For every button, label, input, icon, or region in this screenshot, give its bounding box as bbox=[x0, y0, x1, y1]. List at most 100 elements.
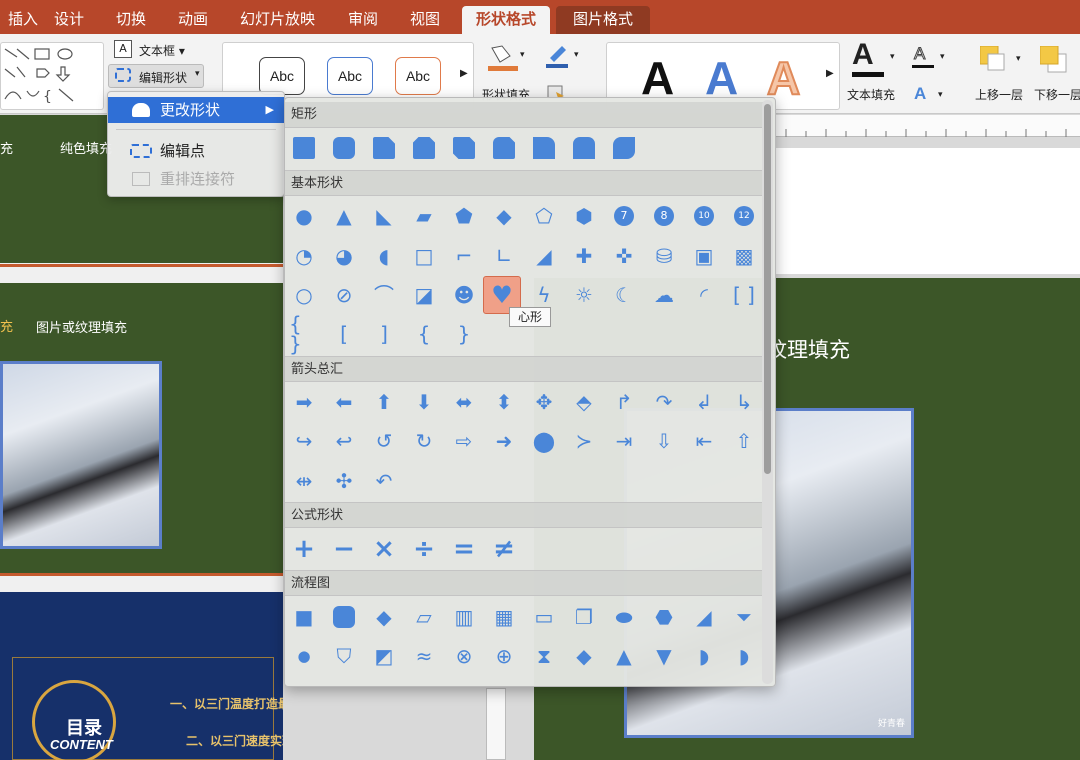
shape-curved-down-arrow[interactable]: ↻ bbox=[409, 426, 439, 456]
shape-style-1[interactable]: Abc bbox=[259, 57, 305, 95]
edit-shape-button[interactable]: 编辑形状 ▾ bbox=[108, 64, 204, 88]
shape-snip-round-rectangle[interactable] bbox=[489, 133, 519, 163]
shape-flowchart-terminator[interactable]: ⬬ bbox=[609, 602, 639, 632]
shape-sun[interactable]: ☼ bbox=[569, 280, 599, 310]
shape-u-turn-arrow[interactable]: ↷ bbox=[649, 387, 679, 417]
shape-round-same-side-rectangle[interactable] bbox=[569, 133, 599, 163]
styles-more-icon[interactable]: ▶ bbox=[460, 68, 468, 79]
change-shape-menu-item[interactable]: 更改形状 ▶ bbox=[108, 97, 284, 123]
chevron-down-icon[interactable]: ▾ bbox=[574, 50, 579, 60]
shape-lightning-bolt[interactable]: ϟ bbox=[529, 280, 559, 310]
shape-flowchart-offpage-connector[interactable]: ⛉ bbox=[329, 641, 359, 671]
shape-block-arc[interactable]: ⌒ bbox=[369, 280, 399, 310]
shape-half-frame[interactable]: ⌐ bbox=[449, 241, 479, 271]
shape-bent-arrow[interactable]: ↱ bbox=[609, 387, 639, 417]
shape-flowchart-connector[interactable]: ● bbox=[289, 641, 319, 671]
send-backward-icon[interactable] bbox=[1039, 45, 1068, 74]
shape-pentagon[interactable]: ⬠ bbox=[529, 201, 559, 231]
shape-chord[interactable]: ◕ bbox=[329, 241, 359, 271]
shape-curved-up-arrow[interactable]: ↺ bbox=[369, 426, 399, 456]
shape-flowchart-multidocument[interactable]: ❐ bbox=[569, 602, 599, 632]
chevron-down-icon[interactable]: ▾ bbox=[938, 90, 943, 100]
shape-style-3[interactable]: Abc bbox=[395, 57, 441, 95]
shape-rectangle[interactable] bbox=[289, 133, 319, 163]
shape-flowchart-stored-data[interactable]: ◗ bbox=[689, 641, 719, 671]
shape-division[interactable]: ÷ bbox=[409, 534, 439, 564]
shape-left-right-up-arrow[interactable]: ⬘ bbox=[569, 387, 599, 417]
shape-chevron[interactable]: ≻ bbox=[569, 426, 599, 456]
shape-frame[interactable]: □ bbox=[409, 241, 439, 271]
shape-left-right-arrow-callout[interactable]: ⇹ bbox=[289, 466, 319, 496]
shape-multiply[interactable]: × bbox=[369, 534, 399, 564]
shape-plus[interactable]: + bbox=[289, 534, 319, 564]
shape-equal[interactable]: = bbox=[449, 534, 479, 564]
shape-minus[interactable]: − bbox=[329, 534, 359, 564]
shape-trapezoid[interactable]: ⬟ bbox=[449, 201, 479, 231]
shape-rounded-rectangle[interactable] bbox=[329, 133, 359, 163]
shape-left-right-arrow[interactable]: ⬌ bbox=[449, 387, 479, 417]
slide-thumbnail-3[interactable]: 目录 CONTENT 一、以三门温度打造最优人才生态 二、以三门速度实现高效服务 bbox=[0, 592, 350, 760]
shape-arc[interactable]: ◜ bbox=[689, 280, 719, 310]
shape-right-arrow-callout[interactable]: ⇥ bbox=[609, 426, 639, 456]
shape-hexagon[interactable]: ⬢ bbox=[569, 201, 599, 231]
shape-flowchart-extract[interactable]: ▲ bbox=[609, 641, 639, 671]
shape-style-2[interactable]: Abc bbox=[327, 57, 373, 95]
tab-shape-format[interactable]: 形状格式 bbox=[462, 6, 550, 34]
shape-round-corner-rectangle[interactable] bbox=[529, 133, 559, 163]
chevron-down-icon[interactable]: ▾ bbox=[1016, 54, 1021, 64]
shape-up-arrow[interactable]: ⬆ bbox=[369, 387, 399, 417]
shape-notched-right-arrow[interactable]: ➜ bbox=[489, 426, 519, 456]
slide-thumbnail-2[interactable]: 充 图片或纹理填充 bbox=[0, 283, 283, 573]
insert-shapes-gallery[interactable]: { bbox=[0, 42, 104, 110]
gallery-scrollbar-thumb[interactable] bbox=[764, 104, 771, 474]
shape-up-arrow-callout[interactable]: ⇧ bbox=[729, 426, 759, 456]
tab-transitions[interactable]: 切换 bbox=[108, 6, 154, 34]
shape-fill-icon[interactable] bbox=[486, 44, 520, 71]
shape-quad-arrow-callout[interactable]: ✣ bbox=[329, 466, 359, 496]
text-effects-icon[interactable]: A bbox=[914, 84, 926, 104]
shape-striped-right-arrow[interactable]: ⇨ bbox=[449, 426, 479, 456]
tab-insert[interactable]: 插入 bbox=[0, 6, 46, 34]
shape-teardrop[interactable]: ◖ bbox=[369, 241, 399, 271]
shape-triangle[interactable]: ▲ bbox=[329, 201, 359, 231]
shape-flowchart-delay[interactable]: ◗ bbox=[729, 641, 759, 671]
shape-parallelogram[interactable]: ▰ bbox=[409, 201, 439, 231]
text-box-button[interactable]: 文本框 ▾ bbox=[139, 42, 185, 59]
shape-outline-icon[interactable] bbox=[546, 44, 570, 68]
shape-left-arrow[interactable]: ⬅ bbox=[329, 387, 359, 417]
shape-left-bracket[interactable]: [ bbox=[329, 319, 359, 349]
shape-plaque[interactable]: ✜ bbox=[609, 241, 639, 271]
shape-round-diagonal-rectangle[interactable] bbox=[609, 133, 639, 163]
shape-dodecagon[interactable]: 12 bbox=[729, 201, 759, 231]
shape-right-brace[interactable]: } bbox=[449, 319, 479, 349]
shape-flowchart-alternate-process[interactable] bbox=[329, 602, 359, 632]
shape-cross[interactable]: ✚ bbox=[569, 241, 599, 271]
shape-octagon[interactable]: 8 bbox=[649, 201, 679, 231]
chevron-down-icon[interactable]: ▾ bbox=[940, 52, 945, 62]
shape-curved-left-arrow[interactable]: ↩ bbox=[329, 426, 359, 456]
shape-right-arrow[interactable]: ➡ bbox=[289, 387, 319, 417]
shape-pentagon-arrow[interactable]: ⬤ bbox=[529, 426, 559, 456]
shape-cube[interactable]: ▣ bbox=[689, 241, 719, 271]
shape-flowchart-summing-junction[interactable]: ⊗ bbox=[449, 641, 479, 671]
shape-down-arrow[interactable]: ⬇ bbox=[409, 387, 439, 417]
text-outline-icon[interactable]: A bbox=[913, 44, 925, 64]
shape-flowchart-preparation[interactable]: ⬣ bbox=[649, 602, 679, 632]
shape-flowchart-merge[interactable]: ▼ bbox=[649, 641, 679, 671]
shape-flowchart-document[interactable]: ▭ bbox=[529, 602, 559, 632]
shape-flowchart-predefined-process[interactable]: ▥ bbox=[449, 602, 479, 632]
wordart-more-icon[interactable]: ▶ bbox=[826, 68, 834, 79]
shape-cloud[interactable]: ☁ bbox=[649, 280, 679, 310]
shape-flowchart-collate[interactable]: ⧗ bbox=[529, 641, 559, 671]
shape-flowchart-process[interactable]: ■ bbox=[289, 602, 319, 632]
shape-right-bracket[interactable]: ] bbox=[369, 319, 399, 349]
shape-can[interactable]: ⛁ bbox=[649, 241, 679, 271]
tab-slideshow[interactable]: 幻灯片放映 bbox=[232, 6, 323, 34]
shape-left-arrow-callout[interactable]: ⇤ bbox=[689, 426, 719, 456]
shape-not-equal[interactable]: ≠ bbox=[489, 534, 519, 564]
shape-flowchart-manual-input[interactable]: ◢ bbox=[689, 602, 719, 632]
text-box-icon[interactable]: A bbox=[114, 40, 132, 58]
edit-points-menu-item[interactable]: 编辑点 bbox=[108, 138, 284, 164]
shape-double-brace[interactable]: { } bbox=[289, 314, 319, 354]
shape-folded-corner[interactable]: ◪ bbox=[409, 280, 439, 310]
